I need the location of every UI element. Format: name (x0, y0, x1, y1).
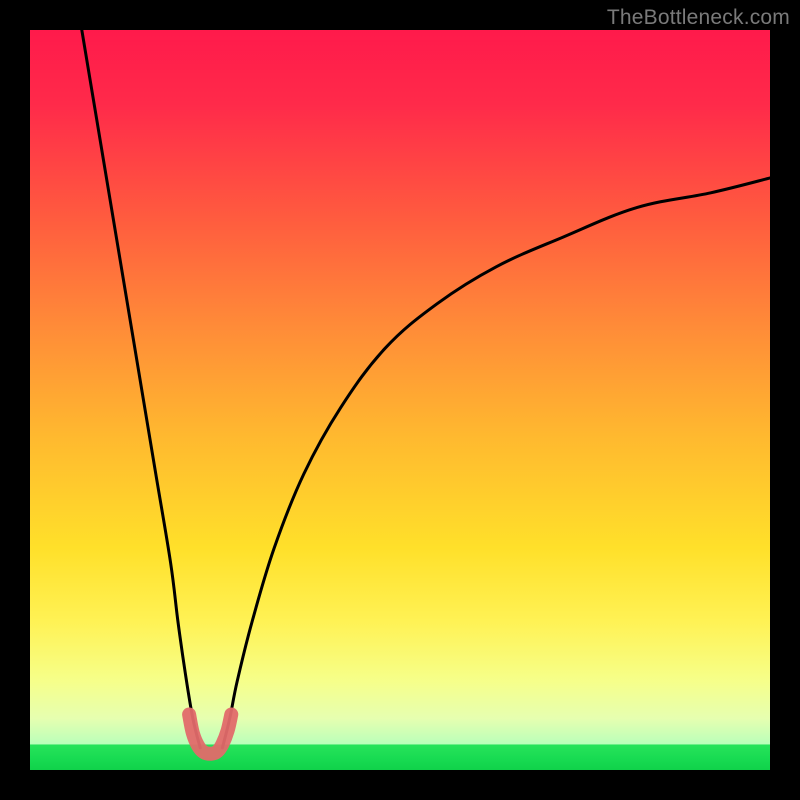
chart-frame: TheBottleneck.com (0, 0, 800, 800)
plot-area (30, 30, 770, 770)
series-right-branch (222, 178, 770, 748)
curve-layer (30, 30, 770, 770)
series-left-branch (82, 30, 200, 748)
watermark-text: TheBottleneck.com (607, 6, 790, 30)
series-trough-highlight (189, 715, 231, 754)
